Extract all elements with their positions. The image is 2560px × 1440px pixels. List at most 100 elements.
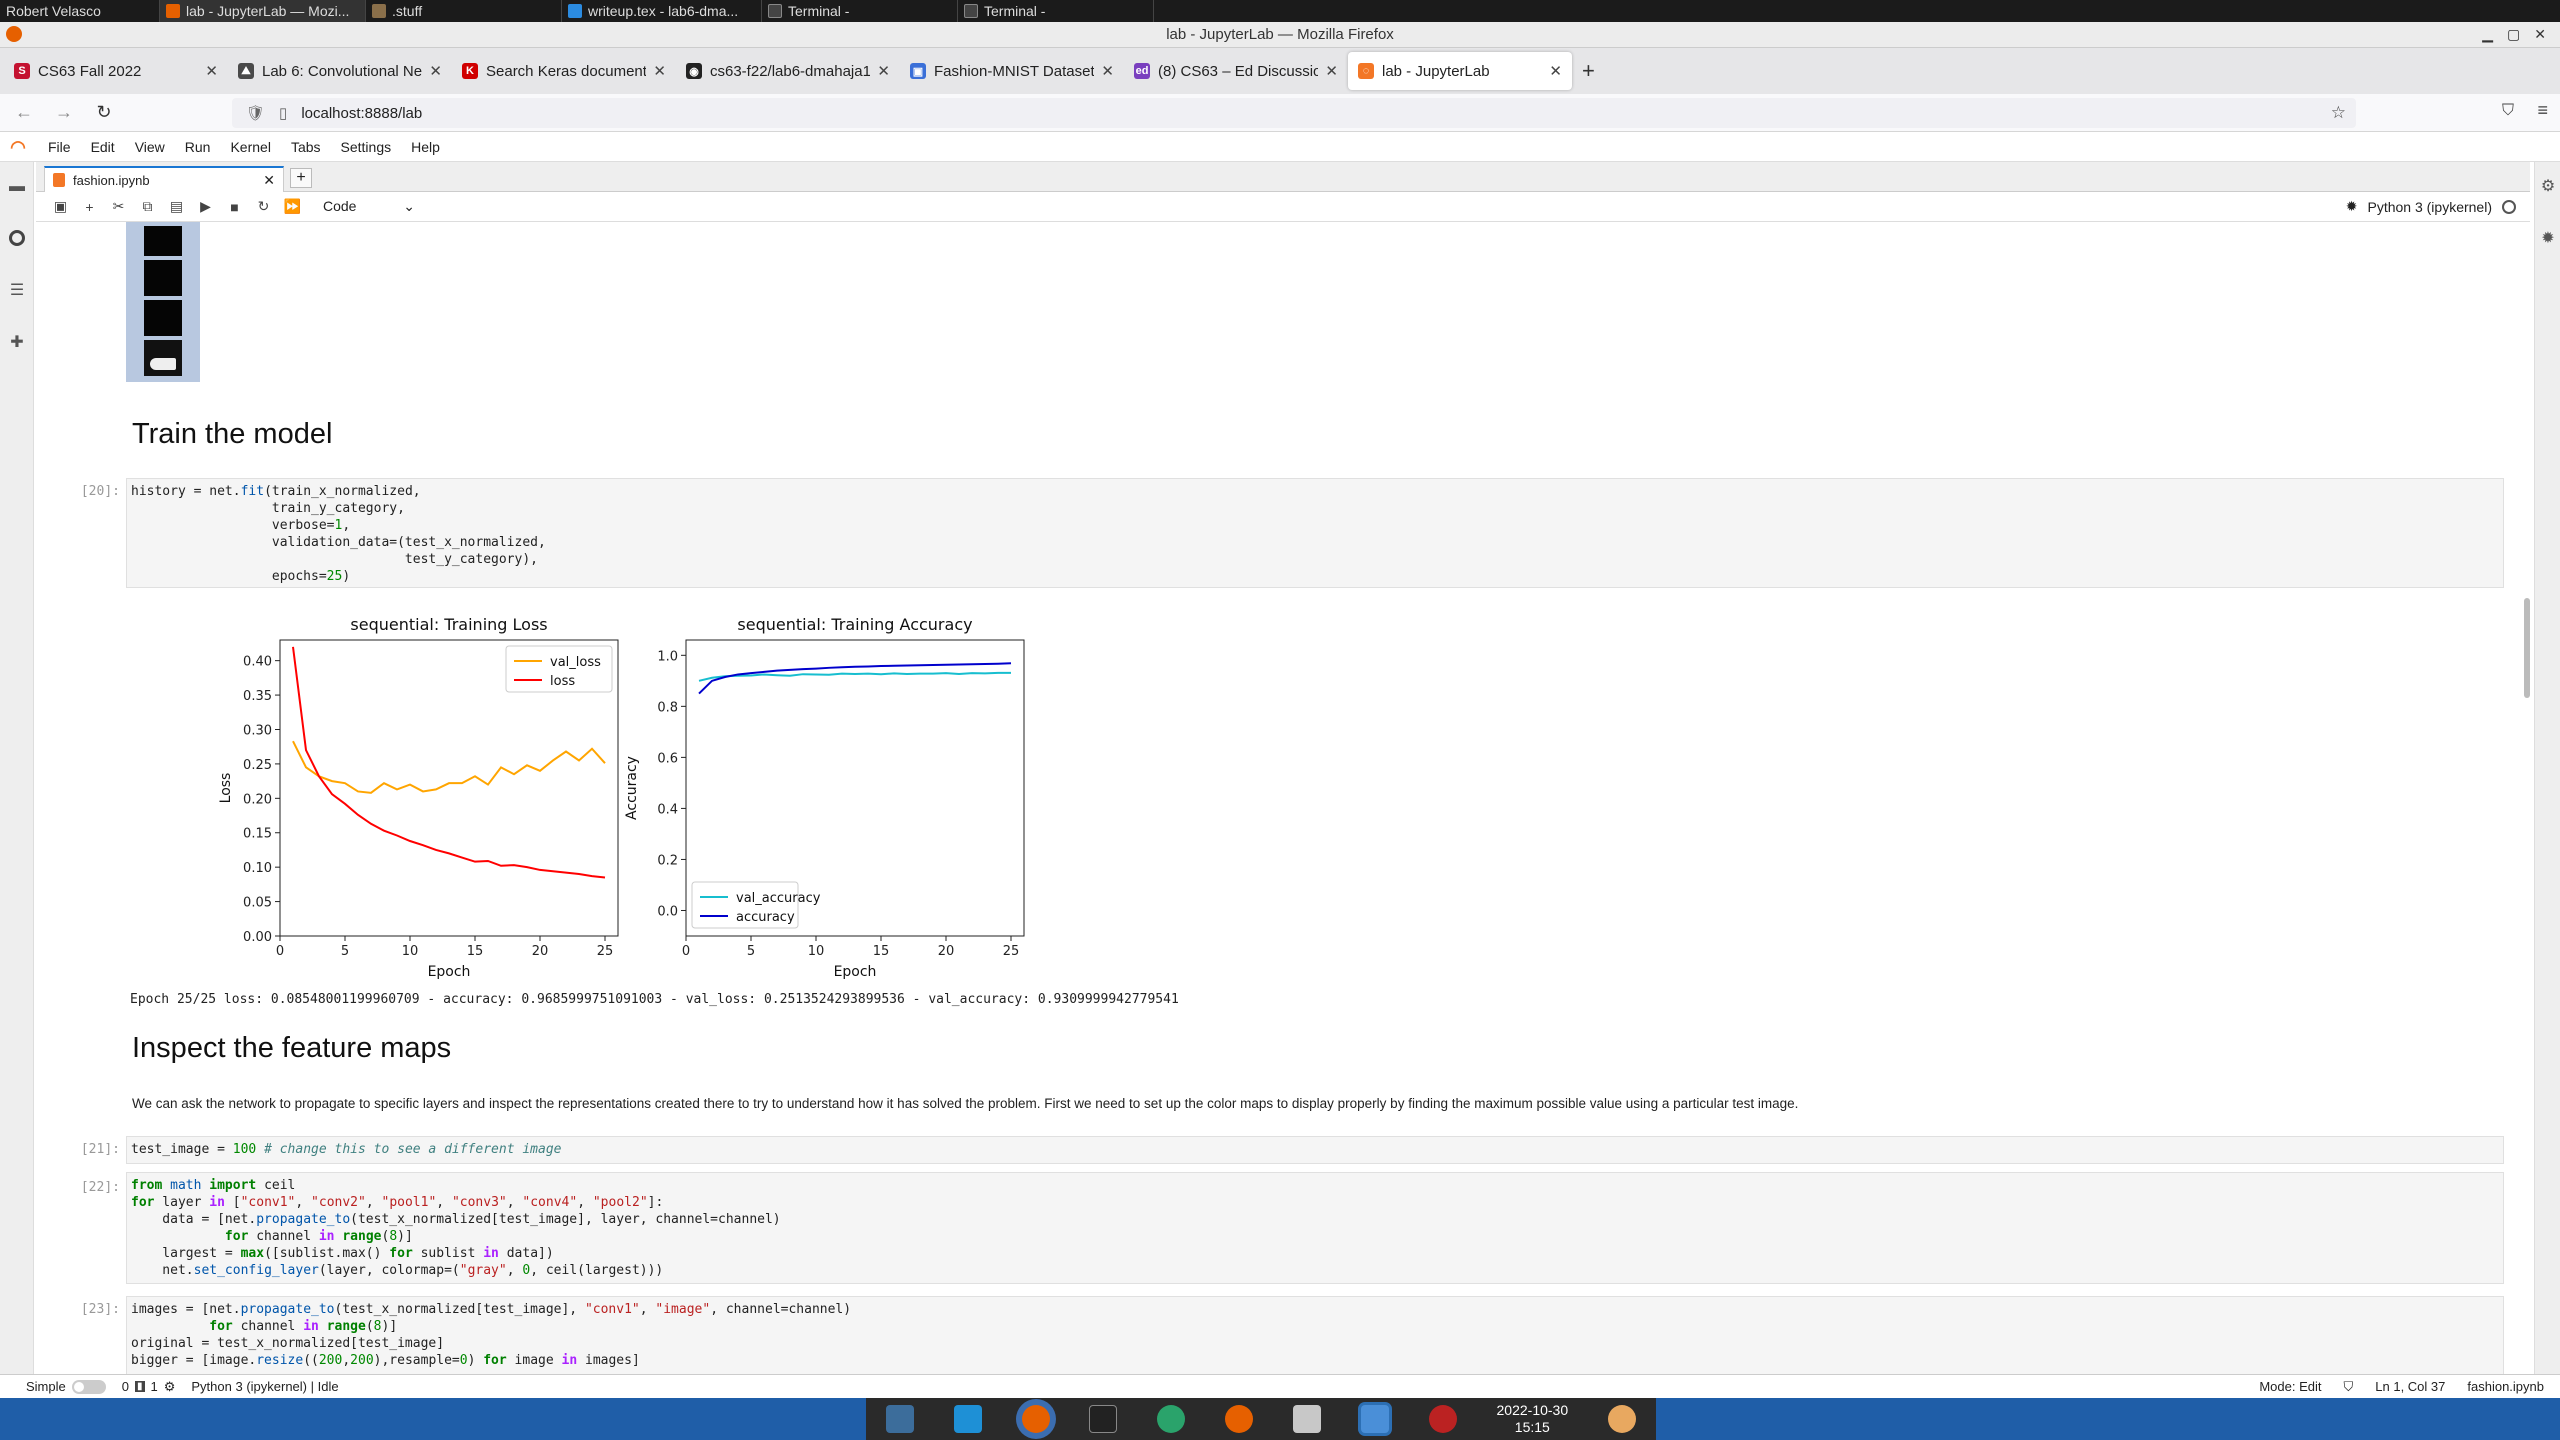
menu-help[interactable]: Help xyxy=(401,139,450,155)
firefox-icon[interactable] xyxy=(1225,1405,1254,1433)
chevron-down-icon: ⌄ xyxy=(403,198,415,214)
user-icon[interactable] xyxy=(1607,1405,1636,1433)
back-icon[interactable]: ← xyxy=(4,102,44,123)
close-tab-icon[interactable]: ✕ xyxy=(653,62,666,80)
cursor-position[interactable]: Ln 1, Col 37 xyxy=(2375,1379,2445,1395)
kernel-status-text: Python 3 (ipykernel) | Idle xyxy=(191,1379,339,1394)
run-all-icon[interactable]: ⏩ xyxy=(278,198,307,215)
code-cell-21[interactable]: test_image = 100 # change this to see a … xyxy=(126,1136,2504,1164)
menu-icon[interactable]: ≡ xyxy=(2537,100,2548,121)
browser-tab[interactable]: S CS63 Fall 2022 ✕ xyxy=(4,52,228,90)
debug-icon[interactable]: ✹ xyxy=(2346,198,2358,215)
restore-icon[interactable]: ▢ xyxy=(2507,26,2520,43)
paste-icon[interactable]: ▤ xyxy=(162,198,191,215)
url-bar[interactable]: 🛡 ▯ localhost:8888/lab ☆ xyxy=(232,98,2356,128)
new-launcher-button[interactable]: + xyxy=(290,168,312,188)
restart-icon[interactable]: ↻ xyxy=(249,198,278,215)
browser-tab[interactable]: ◌ lab - JupyterLab ✕ xyxy=(1348,52,1572,90)
extension-icon[interactable]: ✚ xyxy=(8,334,26,352)
x-tick-label: 25 xyxy=(1003,944,1020,959)
close-icon[interactable]: ✕ xyxy=(2534,26,2546,43)
y-tick-label: 0.20 xyxy=(243,792,272,807)
y-tick-label: 0.15 xyxy=(243,827,272,842)
copy-icon[interactable]: ⧉ xyxy=(133,198,162,215)
code-cell-20[interactable]: history = net.fit(train_x_normalized, tr… xyxy=(126,478,2504,588)
close-tab-icon[interactable]: ✕ xyxy=(1325,62,1338,80)
close-tab-icon[interactable]: ✕ xyxy=(429,62,442,80)
wm-task-vscode[interactable]: writeup.tex - lab6-dma... xyxy=(562,0,762,22)
dock-launchers: 2022-10-30 15:15 xyxy=(866,1398,1656,1440)
run-icon[interactable]: ▶ xyxy=(191,198,220,215)
wm-task-terminal[interactable]: Terminal - xyxy=(958,0,1154,22)
toggle-switch[interactable] xyxy=(71,1379,106,1394)
wm-task-firefox[interactable]: lab - JupyterLab — Mozi... xyxy=(160,0,366,22)
minimize-icon[interactable]: ▁ xyxy=(2482,26,2493,43)
display-icon[interactable] xyxy=(1360,1405,1389,1433)
bookmark-star-icon[interactable]: ☆ xyxy=(2331,103,2346,123)
reload-icon[interactable]: ↻ xyxy=(84,102,124,123)
save-icon[interactable]: ▣ xyxy=(46,198,75,215)
menu-file[interactable]: File xyxy=(38,139,81,155)
page-info-icon[interactable]: ▯ xyxy=(279,104,287,122)
debugger-icon[interactable]: ✹ xyxy=(2539,230,2557,248)
browser-tab[interactable]: ⛰ Lab 6: Convolutional Neu ✕ xyxy=(228,52,452,90)
browser-tab[interactable]: ▣ Fashion-MNIST Dataset | ✕ xyxy=(900,52,1124,90)
y-tick-label: 0.0 xyxy=(657,904,678,919)
epoch-output: Epoch 25/25 loss: 0.08548001199960709 - … xyxy=(130,992,1179,1007)
power-icon[interactable] xyxy=(1428,1405,1457,1433)
cut-icon[interactable]: ✂ xyxy=(104,198,133,215)
kernel-indicator[interactable]: ✹ Python 3 (ipykernel) xyxy=(2346,198,2516,215)
close-tab-icon[interactable]: ✕ xyxy=(1101,62,1114,80)
close-tab-icon[interactable]: ✕ xyxy=(877,62,890,80)
close-tab-icon[interactable]: ✕ xyxy=(263,172,275,189)
folder-icon[interactable]: ▬ xyxy=(8,178,26,196)
cell-type-select[interactable]: Code ⌄ xyxy=(323,198,415,215)
new-tab-button[interactable]: + xyxy=(1582,58,1595,84)
browser-tab[interactable]: ed (8) CS63 – Ed Discussion ✕ xyxy=(1124,52,1348,90)
menu-view[interactable]: View xyxy=(125,139,175,155)
toc-icon[interactable]: ☰ xyxy=(8,282,26,300)
clock[interactable]: 2022-10-30 15:15 xyxy=(1497,1402,1569,1436)
terminal-icon[interactable] xyxy=(1089,1405,1118,1433)
y-tick-label: 0.10 xyxy=(243,861,272,876)
menu-settings[interactable]: Settings xyxy=(331,139,402,155)
stop-icon[interactable]: ■ xyxy=(220,199,249,215)
browser-tab-label: Fashion-MNIST Dataset | xyxy=(934,62,1094,80)
wm-task-terminal[interactable]: Terminal - xyxy=(762,0,958,22)
file-manager-icon[interactable] xyxy=(1292,1405,1321,1433)
close-tab-icon[interactable]: ✕ xyxy=(1549,62,1562,80)
notebook-tab-bar: fashion.ipynb ✕ + xyxy=(36,162,2530,192)
browser-tab[interactable]: ◉ cs63-f22/lab6-dmahaja1 ✕ xyxy=(676,52,900,90)
insert-cell-icon[interactable]: + xyxy=(75,199,104,215)
wm-task-folder[interactable]: .stuff xyxy=(366,0,562,22)
menu-edit[interactable]: Edit xyxy=(81,139,125,155)
running-icon[interactable] xyxy=(9,230,25,246)
shield-icon[interactable]: 🛡 xyxy=(246,104,265,122)
property-inspector-icon[interactable]: ⚙ xyxy=(2539,178,2557,196)
notebook-icon xyxy=(53,173,65,187)
desktop-icon[interactable] xyxy=(953,1405,982,1433)
menu-kernel[interactable]: Kernel xyxy=(220,139,280,155)
menu-run[interactable]: Run xyxy=(175,139,221,155)
firefox-icon[interactable] xyxy=(1021,1405,1050,1433)
scrollbar-thumb[interactable] xyxy=(2524,598,2530,698)
forward-icon[interactable]: → xyxy=(44,102,84,123)
code-cell-23[interactable]: images = [net.propagate_to(test_x_normal… xyxy=(126,1296,2504,1374)
browser-tab[interactable]: K Search Keras documentat ✕ xyxy=(452,52,676,90)
simple-mode-toggle[interactable]: Simple xyxy=(26,1379,106,1394)
tab-fashion-notebook[interactable]: fashion.ipynb ✕ xyxy=(44,166,284,192)
code-cell-22[interactable]: from math import ceil for layer in ["con… xyxy=(126,1172,2504,1284)
terminal-count[interactable]: 0 ▮ 1 ⚙ xyxy=(122,1379,176,1395)
tab-favicon-icon: ed xyxy=(1134,63,1150,79)
training-charts: sequential: Training Loss0 5 10 15 20 250.000… xyxy=(218,615,1025,980)
pocket-icon[interactable]: ⛉ xyxy=(2502,102,2514,120)
y-tick-label: 0.2 xyxy=(657,853,678,868)
fullscreen-icon[interactable] xyxy=(885,1405,914,1433)
notebook-panel[interactable]: Train the model [20]: history = net.fit(… xyxy=(36,222,2530,1374)
cell-type-value: Code xyxy=(323,198,357,214)
menu-tabs[interactable]: Tabs xyxy=(281,139,331,155)
kernel-status[interactable]: Python 3 (ipykernel) | Idle xyxy=(191,1379,338,1394)
wm-task-label: Terminal - xyxy=(788,3,850,19)
close-tab-icon[interactable]: ✕ xyxy=(205,62,218,80)
chrome-icon[interactable] xyxy=(1157,1405,1186,1433)
